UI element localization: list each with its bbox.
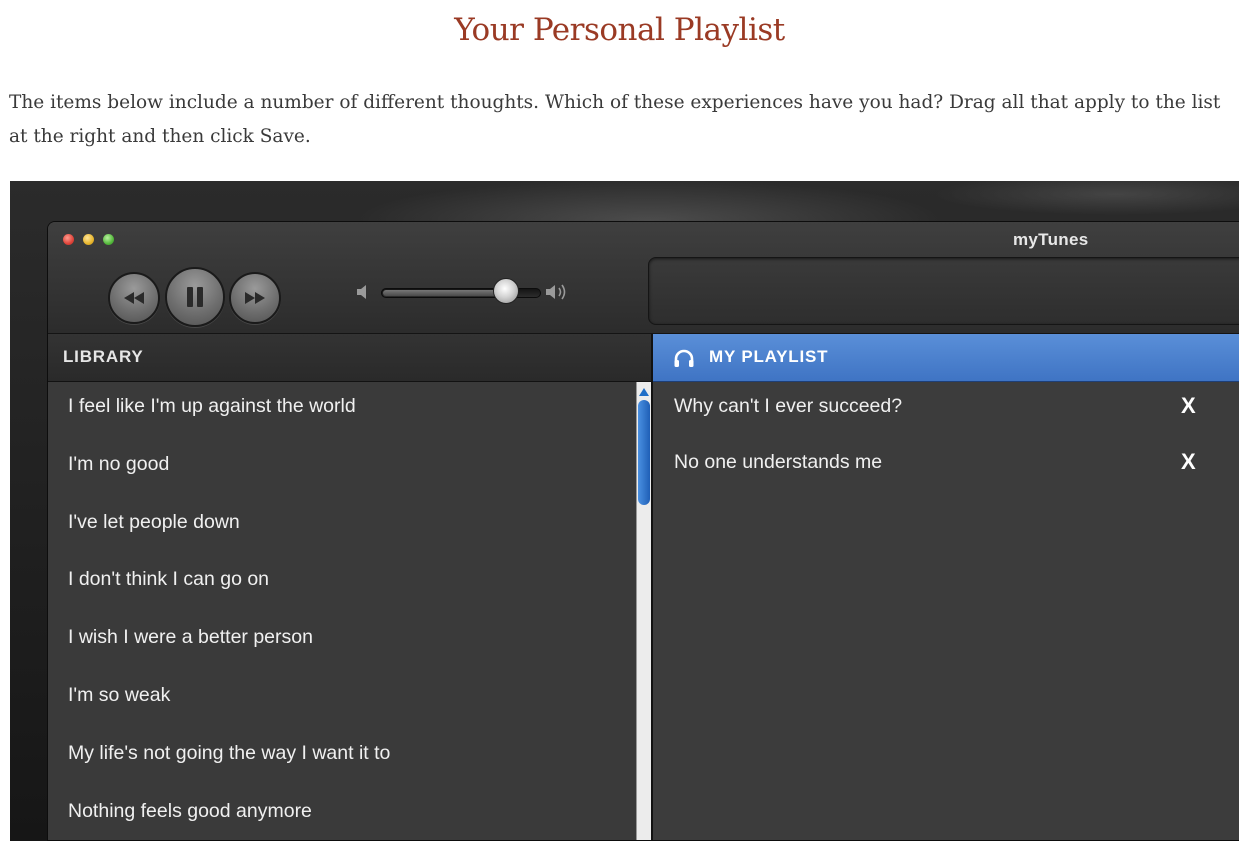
library-item[interactable]: Nothing feels good anymore — [48, 787, 636, 840]
rewind-button[interactable] — [108, 272, 160, 324]
minimize-window-button[interactable] — [83, 234, 94, 245]
pause-icon — [187, 287, 203, 307]
library-item[interactable]: I don't think I can go on — [48, 555, 636, 613]
library-item[interactable]: I'm no good — [48, 440, 636, 498]
fast-forward-icon — [245, 292, 265, 304]
app-backdrop: myTunes LIBRARY I feel like I'm up again… — [10, 181, 1239, 841]
playlist-item-label: No one understands me — [674, 451, 883, 473]
playlist-item[interactable]: No one understands me X — [653, 438, 1239, 494]
pause-button[interactable] — [165, 267, 225, 327]
volume-low-icon — [357, 285, 366, 299]
playlist-list[interactable]: Why can't I ever succeed? X No one under… — [653, 382, 1239, 840]
rewind-icon — [124, 292, 144, 304]
library-list: I feel like I'm up against the world I'm… — [48, 382, 636, 840]
zoom-window-button[interactable] — [103, 234, 114, 245]
playlist-header-label: MY PLAYLIST — [709, 347, 829, 366]
forward-button[interactable] — [229, 272, 281, 324]
close-window-button[interactable] — [63, 234, 74, 245]
now-playing-display — [648, 257, 1239, 325]
volume-high-icon — [546, 284, 566, 300]
mytunes-window: myTunes LIBRARY I feel like I'm up again… — [47, 221, 1239, 841]
playlist-header: MY PLAYLIST — [653, 334, 1239, 382]
headphones-icon — [674, 349, 694, 367]
scroll-up-arrow-icon[interactable] — [639, 388, 649, 396]
scrollbar-thumb[interactable] — [638, 400, 650, 505]
remove-item-button[interactable]: X — [1181, 393, 1196, 419]
page-title: Your Personal Playlist — [454, 12, 785, 48]
library-item[interactable]: I feel like I'm up against the world — [48, 382, 636, 440]
library-item[interactable]: My life's not going the way I want it to — [48, 729, 636, 787]
remove-item-button[interactable]: X — [1181, 449, 1196, 475]
library-header: LIBRARY — [48, 334, 651, 382]
library-scrollbar[interactable] — [636, 382, 651, 840]
titlebar: myTunes — [48, 222, 1239, 334]
playlist-item[interactable]: Why can't I ever succeed? X — [653, 382, 1239, 438]
library-item[interactable]: I wish I were a better person — [48, 613, 636, 671]
library-item[interactable]: I'm so weak — [48, 671, 636, 729]
volume-slider-knob[interactable] — [493, 278, 519, 304]
playlist-item-label: Why can't I ever succeed? — [674, 395, 903, 417]
library-item[interactable]: I've let people down — [48, 498, 636, 556]
instructions-text: The items below include a number of diff… — [9, 92, 1221, 147]
window-title: myTunes — [1013, 230, 1089, 249]
volume-slider-fill — [383, 290, 506, 296]
